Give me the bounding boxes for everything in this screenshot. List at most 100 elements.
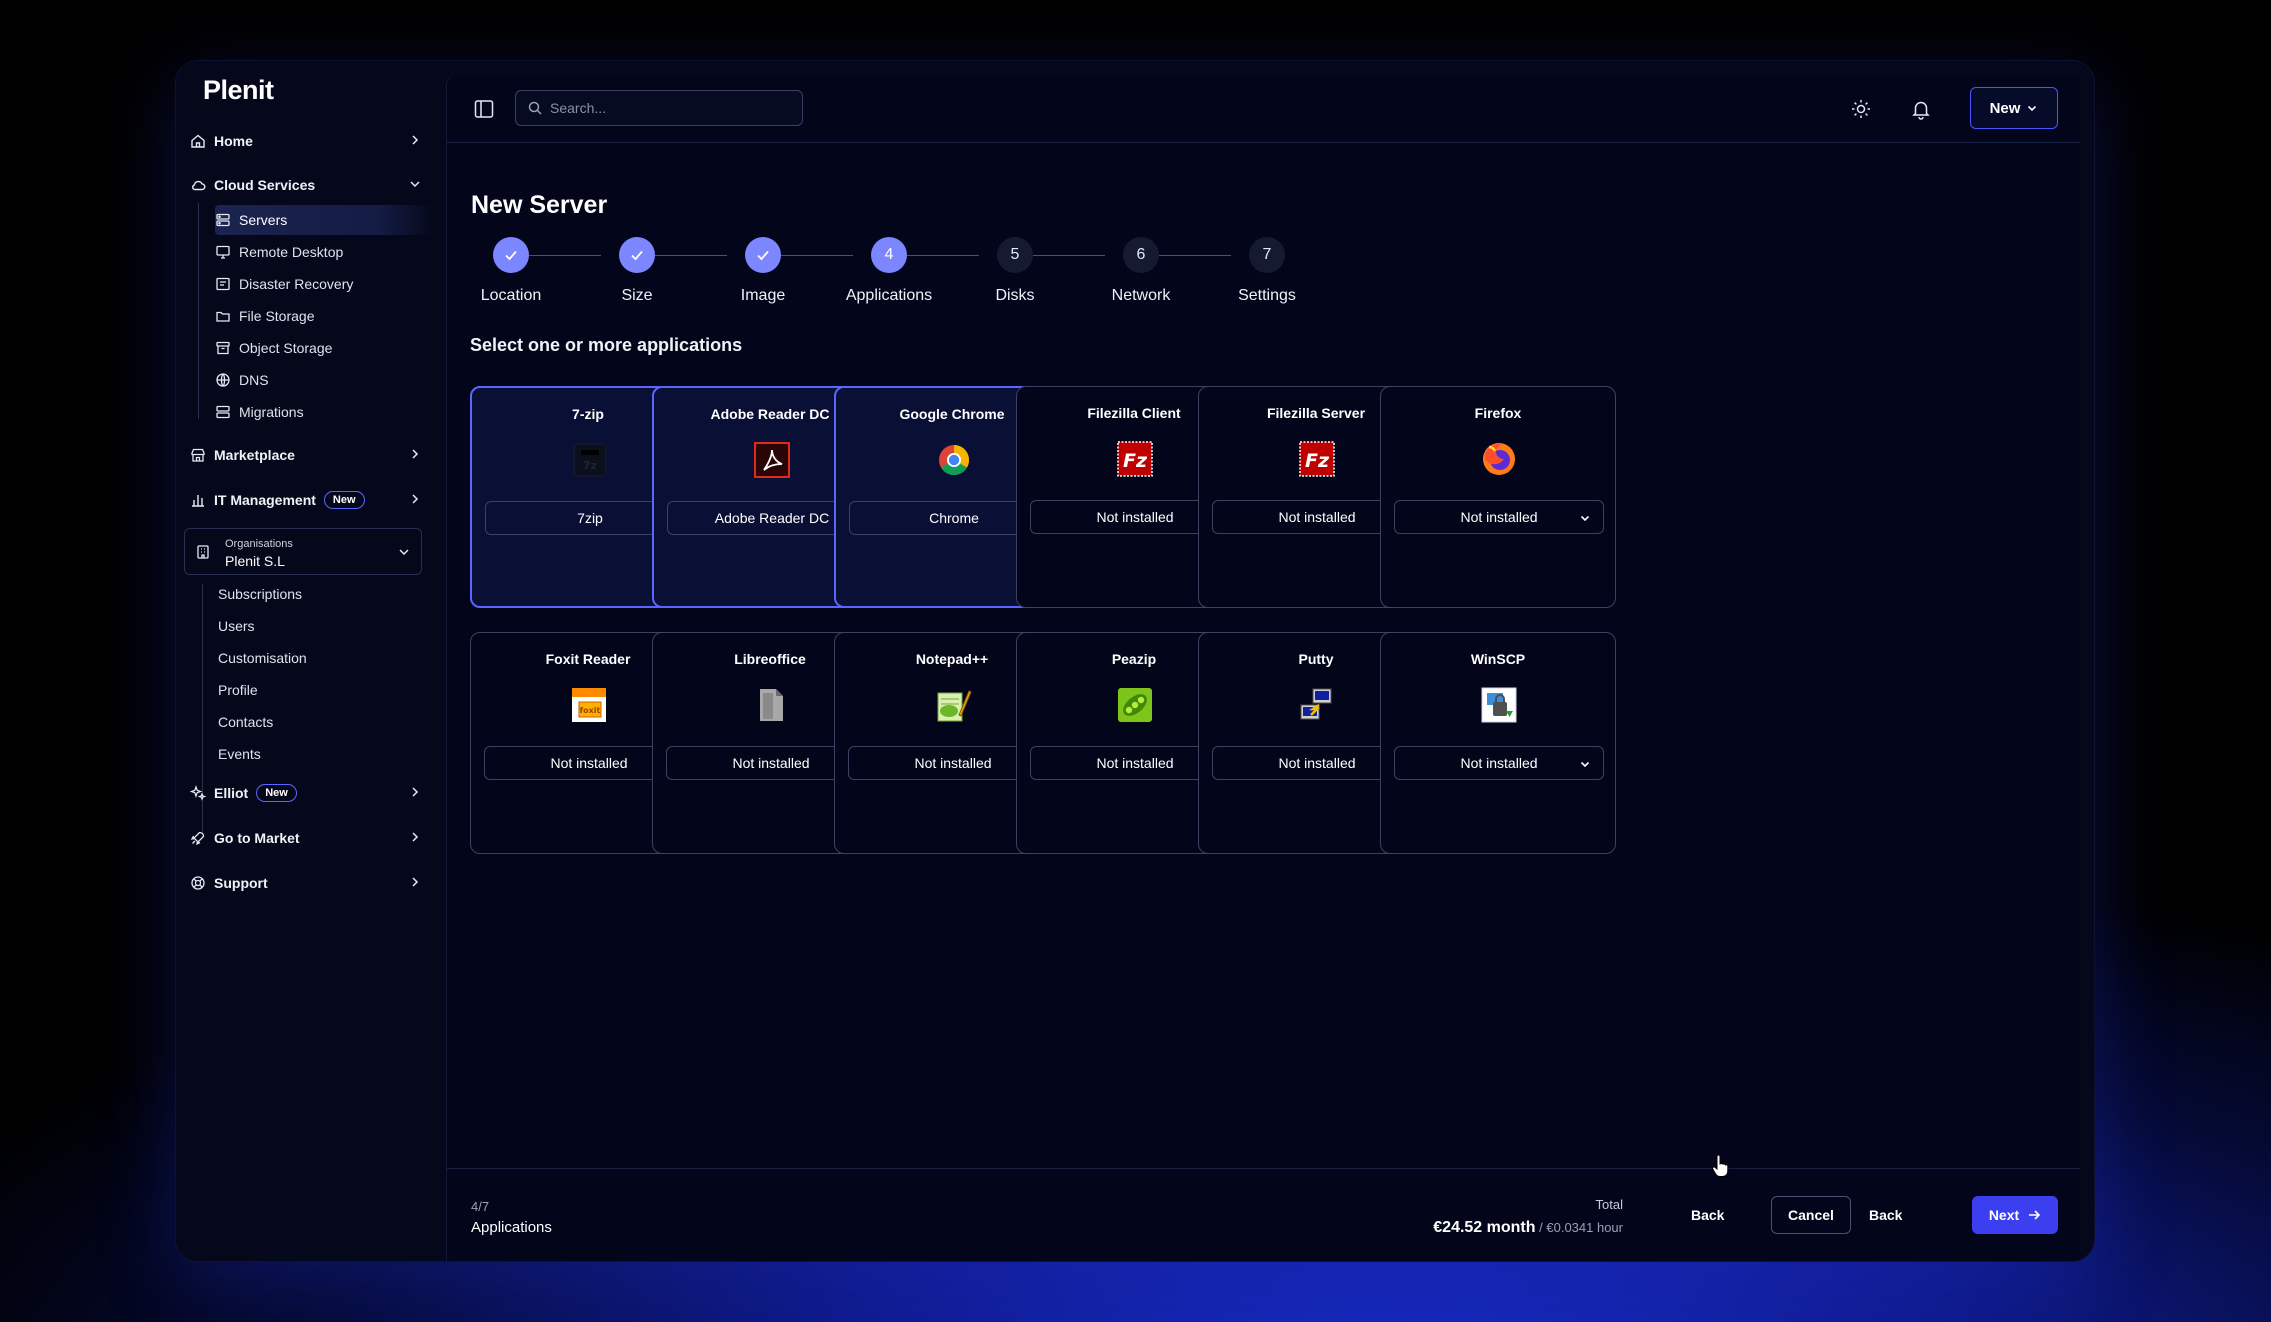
step-label: Settings xyxy=(1238,287,1296,304)
wizard-footer: 4/7 Applications Total €24.52 month / €0… xyxy=(447,1168,2080,1261)
7zip-icon: 7z xyxy=(573,443,607,477)
sidebar-item-customisation[interactable]: Customisation xyxy=(218,645,307,671)
sidebar-item-subscriptions[interactable]: Subscriptions xyxy=(218,581,302,607)
brand-logo: Plenit xyxy=(203,75,274,105)
sidebar-item-servers[interactable]: Servers xyxy=(215,205,435,235)
sidebar-item-label: Remote Desktop xyxy=(239,244,344,260)
cancel-button[interactable]: Cancel xyxy=(1771,1196,1851,1234)
nav-marketplace[interactable]: Marketplace xyxy=(190,439,430,471)
new-badge: New xyxy=(256,784,297,802)
nav-support[interactable]: Support xyxy=(190,867,430,899)
step-number: 4 xyxy=(871,237,907,273)
next-button-label: Next xyxy=(1988,1207,2020,1223)
sidebar-item-disaster-recovery[interactable]: Disaster Recovery xyxy=(215,269,435,299)
step-label: Disks xyxy=(995,287,1035,304)
search-input[interactable] xyxy=(550,100,790,116)
peazip-icon xyxy=(1118,688,1152,722)
step-location[interactable]: Location xyxy=(451,237,571,305)
nav-cloud-label: Cloud Services xyxy=(214,177,316,193)
sidebar-item-remote-desktop[interactable]: Remote Desktop xyxy=(215,237,435,267)
filezilla-client-icon: Fz xyxy=(1117,441,1153,477)
back-link[interactable]: Back xyxy=(1691,1207,1724,1223)
step-label: Applications xyxy=(845,287,933,304)
search-box[interactable] xyxy=(515,90,803,126)
step-settings[interactable]: 7 Settings xyxy=(1207,237,1327,305)
sidebar-item-migrations[interactable]: Migrations xyxy=(215,397,435,427)
search-icon xyxy=(528,101,542,115)
total-label: Total xyxy=(1595,1197,1623,1212)
step-image[interactable]: Image xyxy=(703,237,823,305)
nav-elliot[interactable]: Elliot New xyxy=(190,777,430,809)
sun-icon[interactable] xyxy=(1850,98,1872,120)
price-hour: / €0.0341 hour xyxy=(1535,1220,1623,1235)
next-button[interactable]: Next xyxy=(1972,1196,2058,1234)
version-select-value: Chrome xyxy=(929,510,979,526)
step-network[interactable]: 6 Network xyxy=(1081,237,1201,305)
chevron-right-icon xyxy=(412,135,419,145)
chevron-right-icon xyxy=(412,494,419,504)
version-select-value: Not installed xyxy=(914,755,992,771)
sidebar: Plenit Home Cloud Services Servers Remot… xyxy=(176,61,446,1261)
migrations-icon xyxy=(215,404,231,420)
check-icon xyxy=(757,250,769,261)
version-select-value: Not installed xyxy=(1096,755,1174,771)
sidebar-item-label: Migrations xyxy=(239,404,304,420)
chevron-right-icon xyxy=(412,787,419,797)
check-icon xyxy=(631,250,643,261)
chevron-right-icon xyxy=(412,832,419,842)
app-card-winscp[interactable]: WinSCP Not installed xyxy=(1380,632,1616,854)
version-select[interactable]: Not installed xyxy=(1394,746,1604,780)
sidebar-item-events[interactable]: Events xyxy=(218,741,261,767)
submenu-line xyxy=(198,203,199,419)
new-button[interactable]: New xyxy=(1970,87,2058,129)
sparkles-icon xyxy=(190,785,206,801)
bell-icon[interactable] xyxy=(1910,98,1932,120)
monitor-icon xyxy=(215,244,231,260)
building-icon xyxy=(197,545,209,559)
org-label: Organisations xyxy=(225,538,293,550)
version-select-value: 7zip xyxy=(577,510,603,526)
step-disks[interactable]: 5 Disks xyxy=(955,237,1075,305)
nav-home-label: Home xyxy=(214,133,253,149)
current-step-name: Applications xyxy=(471,1219,552,1236)
main-panel: New New Server Location S xyxy=(446,75,2080,1261)
sidebar-item-users[interactable]: Users xyxy=(218,613,255,639)
sidebar-item-label: Disaster Recovery xyxy=(239,276,354,292)
step-size[interactable]: Size xyxy=(577,237,697,305)
chevron-down-icon xyxy=(2028,105,2037,112)
sidebar-item-profile[interactable]: Profile xyxy=(218,677,258,703)
nav-cloud-services[interactable]: Cloud Services xyxy=(190,169,430,201)
step-label: Network xyxy=(1111,287,1171,304)
version-select-value: Not installed xyxy=(1278,509,1356,525)
version-select[interactable]: Not installed xyxy=(1394,500,1604,534)
sidebar-item-object-storage[interactable]: Object Storage xyxy=(215,333,435,363)
step-count: 4/7 xyxy=(471,1199,490,1214)
sidebar-item-file-storage[interactable]: File Storage xyxy=(215,301,435,331)
nav-go-to-market[interactable]: Go to Market xyxy=(190,822,430,854)
sidebar-item-dns[interactable]: DNS xyxy=(215,365,435,395)
step-applications[interactable]: 4 Applications xyxy=(829,237,949,305)
nav-it-management[interactable]: IT Management New xyxy=(190,484,430,516)
winscp-icon xyxy=(1481,687,1517,723)
nav-home[interactable]: Home xyxy=(190,125,430,157)
bar-chart-icon xyxy=(190,492,206,508)
sidebar-item-label: Object Storage xyxy=(239,340,333,356)
org-name: Plenit S.L xyxy=(225,553,285,569)
app-card-firefox[interactable]: Firefox Not installed xyxy=(1380,386,1616,608)
chevron-down-icon xyxy=(1580,761,1590,768)
foxit-reader-icon: foxit xyxy=(572,688,606,722)
svg-text:7z: 7z xyxy=(583,459,597,472)
sidebar-item-label: File Storage xyxy=(239,308,315,324)
cloud-icon xyxy=(190,177,206,193)
step-done-indicator xyxy=(619,237,655,273)
step-label: Location xyxy=(480,287,542,304)
back-button[interactable]: Back xyxy=(1869,1207,1902,1223)
organisation-selector[interactable]: Organisations Plenit S.L xyxy=(184,528,422,575)
store-icon xyxy=(190,447,206,463)
sidebar-toggle-icon[interactable] xyxy=(473,98,495,120)
step-label: Image xyxy=(740,287,786,304)
version-select-value: Not installed xyxy=(1460,755,1538,771)
chevron-right-icon xyxy=(412,877,419,887)
sidebar-item-contacts[interactable]: Contacts xyxy=(218,709,273,735)
libreoffice-icon xyxy=(760,689,783,721)
